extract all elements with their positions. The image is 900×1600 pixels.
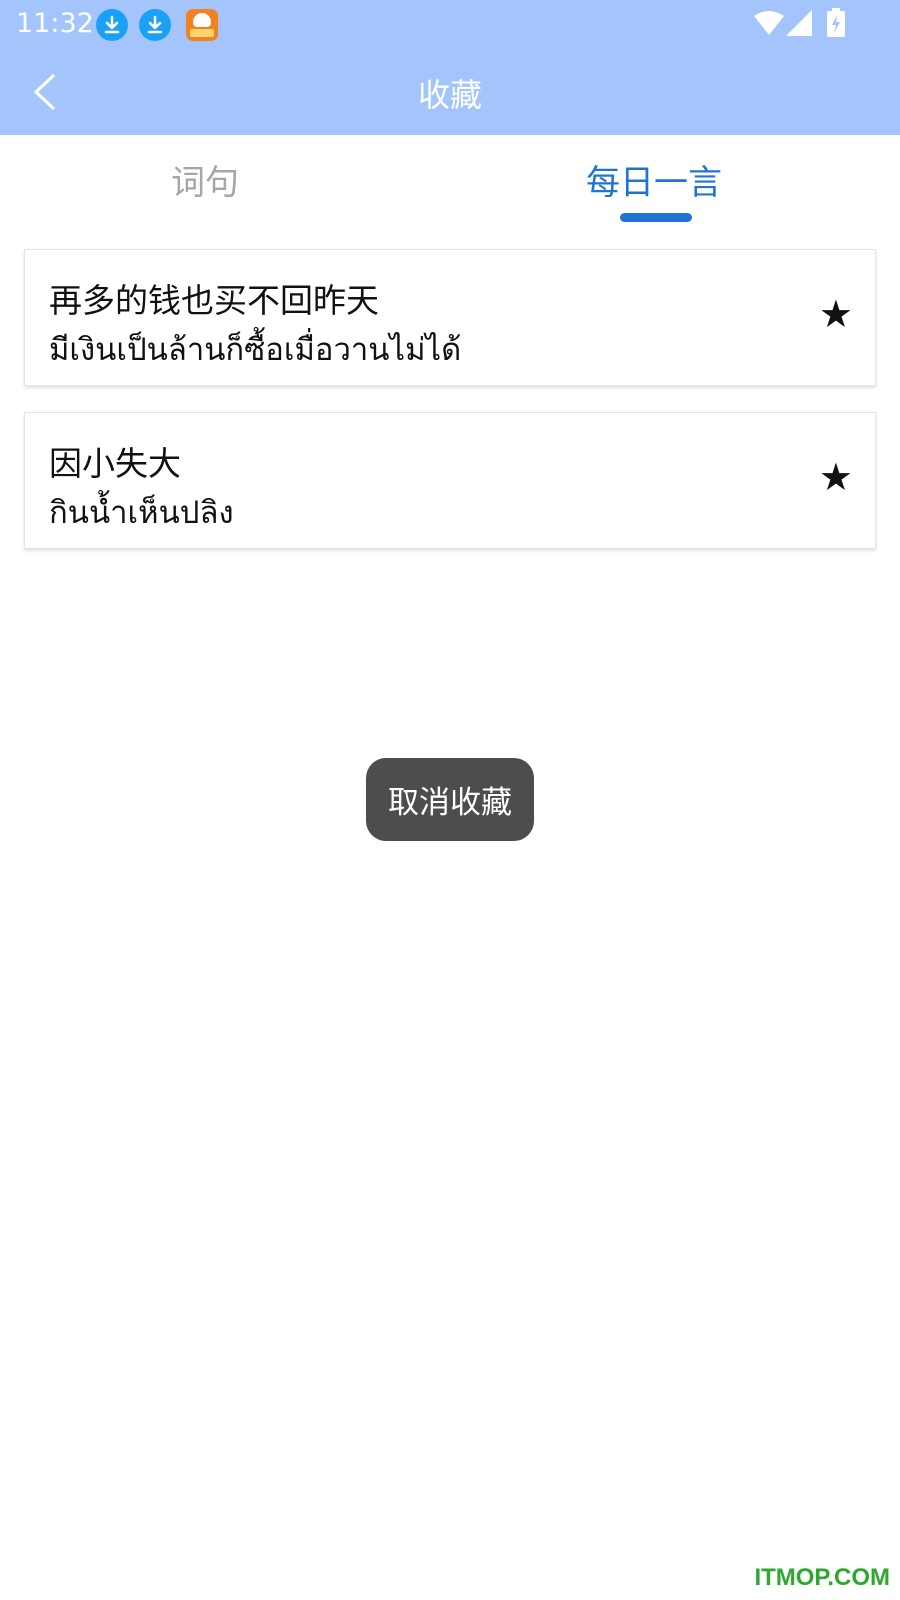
- item-thai-text: มีเงินเป็นล้านก็ซื้อเมื่อวานไม่ได้: [49, 332, 462, 368]
- status-bar: 11:32: [0, 0, 900, 50]
- download-icon: [96, 9, 128, 41]
- watermark: ITMOP.COM: [754, 1564, 890, 1591]
- top-bar: 11:32 收藏: [0, 0, 900, 135]
- star-icon[interactable]: ★: [819, 294, 853, 334]
- download-icon: [139, 9, 171, 41]
- status-time: 11:32: [16, 8, 94, 39]
- item-thai-text: กินน้ำเห็นปลิง: [49, 495, 234, 531]
- star-icon[interactable]: ★: [819, 457, 853, 497]
- toast-message: 取消收藏: [366, 758, 534, 841]
- tab-daily-quote[interactable]: 每日一言: [586, 155, 722, 204]
- tab-phrases[interactable]: 词句: [171, 155, 239, 204]
- item-chinese-text: 因小失大: [49, 444, 181, 483]
- page-title: 收藏: [417, 76, 482, 114]
- active-tab-indicator: [620, 213, 692, 222]
- item-chinese-text: 再多的钱也买不回昨天: [49, 281, 379, 320]
- app-icon: [186, 9, 218, 41]
- tab-bar: 词句 每日一言: [0, 135, 900, 230]
- wifi-icon: [754, 11, 784, 35]
- list-item[interactable]: 因小失大 กินน้ำเห็นปลิง ★: [24, 412, 876, 549]
- list-item[interactable]: 再多的钱也买不回昨天 มีเงินเป็นล้านก็ซื้อเมื่อวานไ…: [24, 249, 876, 386]
- signal-icon: [786, 10, 812, 36]
- battery-charging-icon: [827, 8, 845, 37]
